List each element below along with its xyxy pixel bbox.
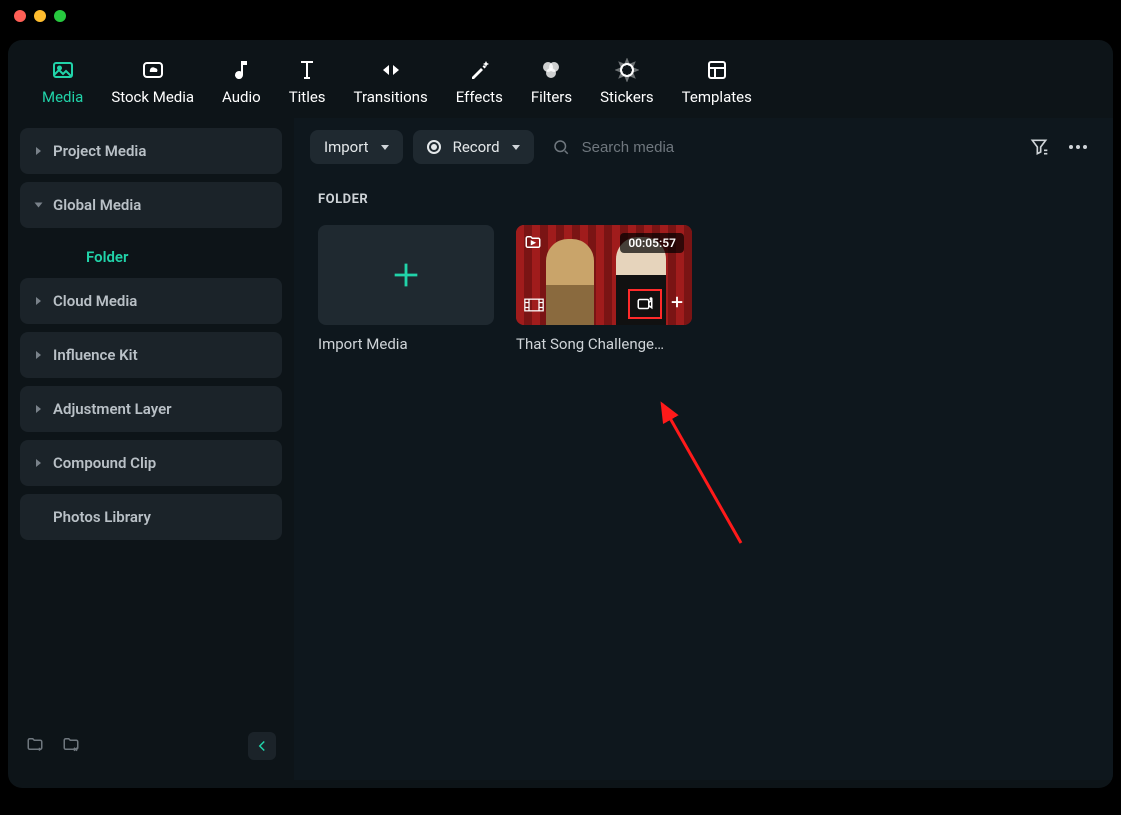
section-title: FOLDER (294, 176, 1113, 217)
minimize-window-button[interactable] (34, 10, 46, 22)
tab-label: Media (42, 88, 83, 106)
sidebar-subitem-folder[interactable]: Folder (20, 236, 282, 278)
main-area: Import Record FOLDER (294, 118, 1113, 780)
folder-play-icon (524, 233, 542, 255)
sidebar-item-photos-library[interactable]: Photos Library (20, 494, 282, 540)
tab-label: Effects (456, 88, 503, 106)
tab-titles[interactable]: Titles (289, 58, 326, 106)
text-icon (295, 58, 319, 82)
filters-icon (539, 58, 563, 82)
import-label: Import (324, 138, 369, 156)
video-thumbnail[interactable]: 00:05:57 (516, 225, 692, 325)
sidebar-item-label: Adjustment Layer (53, 400, 172, 418)
templates-icon (705, 58, 729, 82)
sidebar-item-label: Cloud Media (53, 292, 137, 310)
chevron-right-icon (36, 459, 41, 467)
video-media-tile[interactable]: 00:05:57 (516, 225, 692, 353)
tab-label: Stickers (600, 88, 654, 106)
magic-wand-icon (467, 58, 491, 82)
collapse-sidebar-button[interactable] (248, 732, 276, 760)
chevron-right-icon (36, 405, 41, 413)
thumbnail-figure (546, 239, 594, 325)
filter-icon[interactable] (1029, 137, 1049, 157)
sidebar-item-cloud-media[interactable]: Cloud Media (20, 278, 282, 324)
sidebar-item-label: Photos Library (53, 508, 151, 526)
record-icon (427, 140, 441, 154)
record-label: Record (453, 138, 500, 156)
sidebar-item-adjustment-layer[interactable]: Adjustment Layer (20, 386, 282, 432)
more-options-button[interactable] (1069, 145, 1087, 149)
search-field[interactable] (544, 138, 1019, 156)
add-to-timeline-button[interactable] (668, 293, 686, 315)
tab-stock-media[interactable]: Stock Media (111, 58, 194, 106)
chevron-right-icon (36, 147, 41, 155)
media-grid: Import Media 00:05:57 (294, 217, 1113, 361)
duration-badge: 00:05:57 (620, 233, 684, 253)
sidebar-item-label: Compound Clip (53, 454, 156, 472)
chevron-right-icon (36, 297, 41, 305)
smart-tools-button[interactable] (628, 289, 662, 319)
tab-label: Audio (222, 88, 261, 106)
tile-label: Import Media (318, 335, 494, 353)
chevron-down-icon (381, 145, 389, 150)
tab-effects[interactable]: Effects (456, 58, 503, 106)
chevron-right-icon (36, 351, 41, 359)
sidebar-item-label: Project Media (53, 142, 146, 160)
chevron-down-icon (512, 145, 520, 150)
delete-folder-icon[interactable] (62, 735, 80, 757)
tab-label: Stock Media (111, 88, 194, 106)
import-media-thumb[interactable] (318, 225, 494, 325)
window-traffic-lights (0, 0, 1121, 32)
search-icon (552, 138, 570, 156)
tab-label: Filters (531, 88, 572, 106)
maximize-window-button[interactable] (54, 10, 66, 22)
import-dropdown[interactable]: Import (310, 130, 403, 164)
tab-label: Titles (289, 88, 326, 106)
tab-templates[interactable]: Templates (682, 58, 752, 106)
sidebar-footer (20, 722, 282, 770)
media-sidebar: Project Media Global Media Folder Cloud … (8, 118, 294, 780)
sidebar-item-global-media[interactable]: Global Media (20, 182, 282, 228)
media-toolbar: Import Record (294, 118, 1113, 176)
sidebar-item-compound-clip[interactable]: Compound Clip (20, 440, 282, 486)
music-note-icon (229, 58, 253, 82)
image-icon (51, 58, 75, 82)
tab-audio[interactable]: Audio (222, 58, 261, 106)
tab-label: Transitions (354, 88, 428, 106)
import-media-tile[interactable]: Import Media (318, 225, 494, 353)
tab-stickers[interactable]: Stickers (600, 58, 654, 106)
filmstrip-icon[interactable] (524, 297, 544, 317)
tab-transitions[interactable]: Transitions (354, 58, 428, 106)
record-dropdown[interactable]: Record (413, 130, 534, 164)
transitions-icon (379, 58, 403, 82)
tab-media[interactable]: Media (42, 58, 83, 106)
sidebar-item-label: Influence Kit (53, 346, 138, 364)
sidebar-item-influence-kit[interactable]: Influence Kit (20, 332, 282, 378)
main-tabs: Media Stock Media Audio Titles Transitio… (8, 40, 1113, 118)
sidebar-item-label: Global Media (53, 196, 141, 214)
tile-label: That Song Challenge… (516, 335, 692, 353)
sidebar-item-label: Folder (86, 248, 128, 266)
search-input[interactable] (582, 139, 782, 156)
tab-filters[interactable]: Filters (531, 58, 572, 106)
tab-label: Templates (682, 88, 752, 106)
new-folder-icon[interactable] (26, 735, 44, 757)
cloud-media-icon (141, 58, 165, 82)
app-window: Media Stock Media Audio Titles Transitio… (8, 40, 1113, 788)
sidebar-item-project-media[interactable]: Project Media (20, 128, 282, 174)
chevron-down-icon (35, 203, 43, 208)
close-window-button[interactable] (14, 10, 26, 22)
stickers-icon (615, 58, 639, 82)
plus-icon (389, 258, 423, 292)
